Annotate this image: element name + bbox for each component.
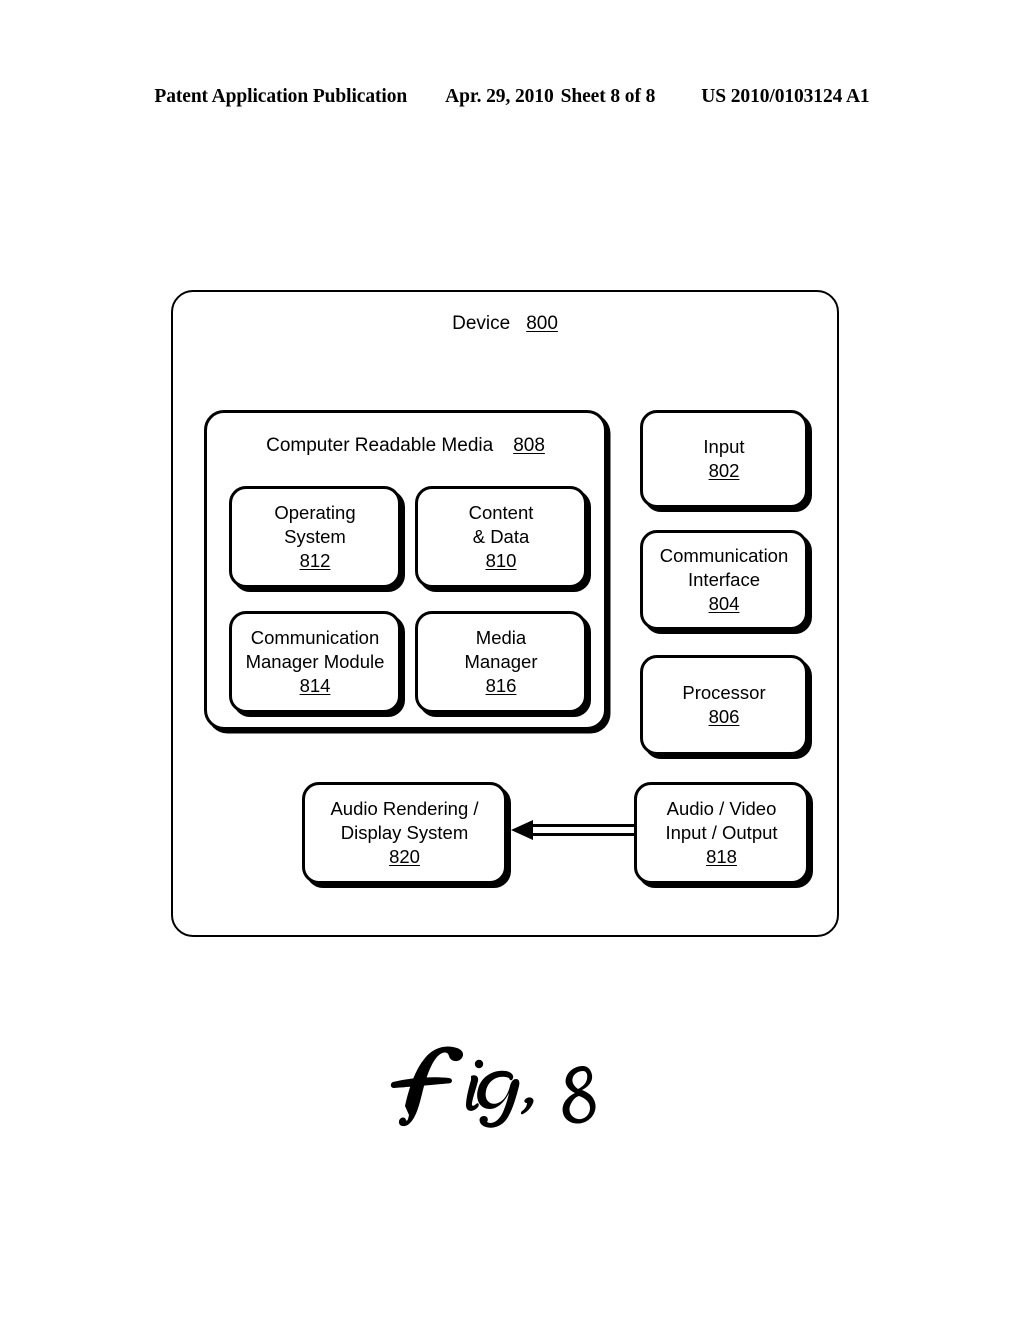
module-audio-rendering-display-system: Audio Rendering / Display System 820	[302, 782, 507, 884]
computer-readable-media-reference-number: 808	[513, 435, 545, 456]
module-communication-interface-line1: Communication	[659, 545, 789, 567]
module-input-reference-number: 802	[708, 460, 740, 481]
module-media-manager: Media Manager 816	[415, 611, 587, 713]
module-audio-video-input-output: Audio / Video Input / Output 818	[634, 782, 809, 884]
module-media-manager-line2: Manager	[464, 651, 538, 673]
double-line-arrow-icon	[511, 820, 636, 840]
module-communication-manager: Communication Manager Module 814	[229, 611, 401, 713]
module-communication-manager-line1: Communication	[250, 627, 380, 649]
device-container: Device 800 Computer Readable Media 808 Ope…	[171, 290, 839, 937]
module-communication-interface: Communication Interface 804	[640, 530, 808, 630]
module-content-and-data-line1: Content	[468, 502, 534, 524]
module-operating-system: Operating System 812	[229, 486, 401, 588]
module-media-manager-reference-number: 816	[485, 674, 517, 696]
module-content-and-data-line2: & Data	[472, 526, 530, 548]
module-audio-rendering-display-system-line2: Display System	[340, 822, 469, 844]
module-media-manager-line1: Media	[475, 627, 527, 649]
module-communication-manager-reference-number: 814	[299, 674, 331, 696]
computer-readable-media-title: Computer Readable Media 808	[207, 435, 604, 457]
module-audio-video-input-output-reference-number: 818	[706, 845, 737, 867]
module-operating-system-line1: Operating	[274, 502, 356, 524]
module-input: Input 802	[640, 410, 808, 508]
module-content-and-data-reference-number: 810	[485, 549, 517, 571]
module-audio-video-input-output-line1: Audio / Video	[666, 798, 777, 820]
connector-arrow-818-to-820	[511, 819, 636, 841]
module-communication-manager-line2: Manager Module	[245, 651, 385, 673]
computer-readable-media-label: Computer Readable Media	[266, 435, 494, 456]
module-audio-video-input-output-line2: Input / Output	[665, 822, 778, 844]
module-processor-reference-number: 806	[708, 706, 740, 727]
module-input-line1: Input	[703, 436, 745, 458]
module-audio-rendering-display-system-reference-number: 820	[389, 845, 420, 867]
module-content-and-data: Content & Data 810	[415, 486, 587, 588]
computer-readable-media-container: Computer Readable Media 808 Operating Sys…	[204, 410, 607, 730]
device-reference-number: 800	[526, 313, 558, 334]
figure-caption	[0, 1036, 1024, 1137]
module-operating-system-reference-number: 812	[299, 549, 331, 571]
module-processor: Processor 806	[640, 655, 808, 755]
device-title-label: Device	[452, 313, 511, 334]
module-communication-interface-line2: Interface	[688, 569, 760, 591]
module-processor-line1: Processor	[682, 682, 766, 704]
figure-8-diagram: Device 800 Computer Readable Media 808 Ope…	[0, 0, 1024, 1320]
device-title: Device 800	[173, 313, 837, 335]
module-operating-system-line2: System	[284, 526, 346, 548]
module-audio-rendering-display-system-line1: Audio Rendering /	[330, 798, 479, 820]
figure-caption-script-glyphs	[390, 1046, 596, 1128]
module-communication-interface-reference-number: 804	[708, 592, 740, 614]
